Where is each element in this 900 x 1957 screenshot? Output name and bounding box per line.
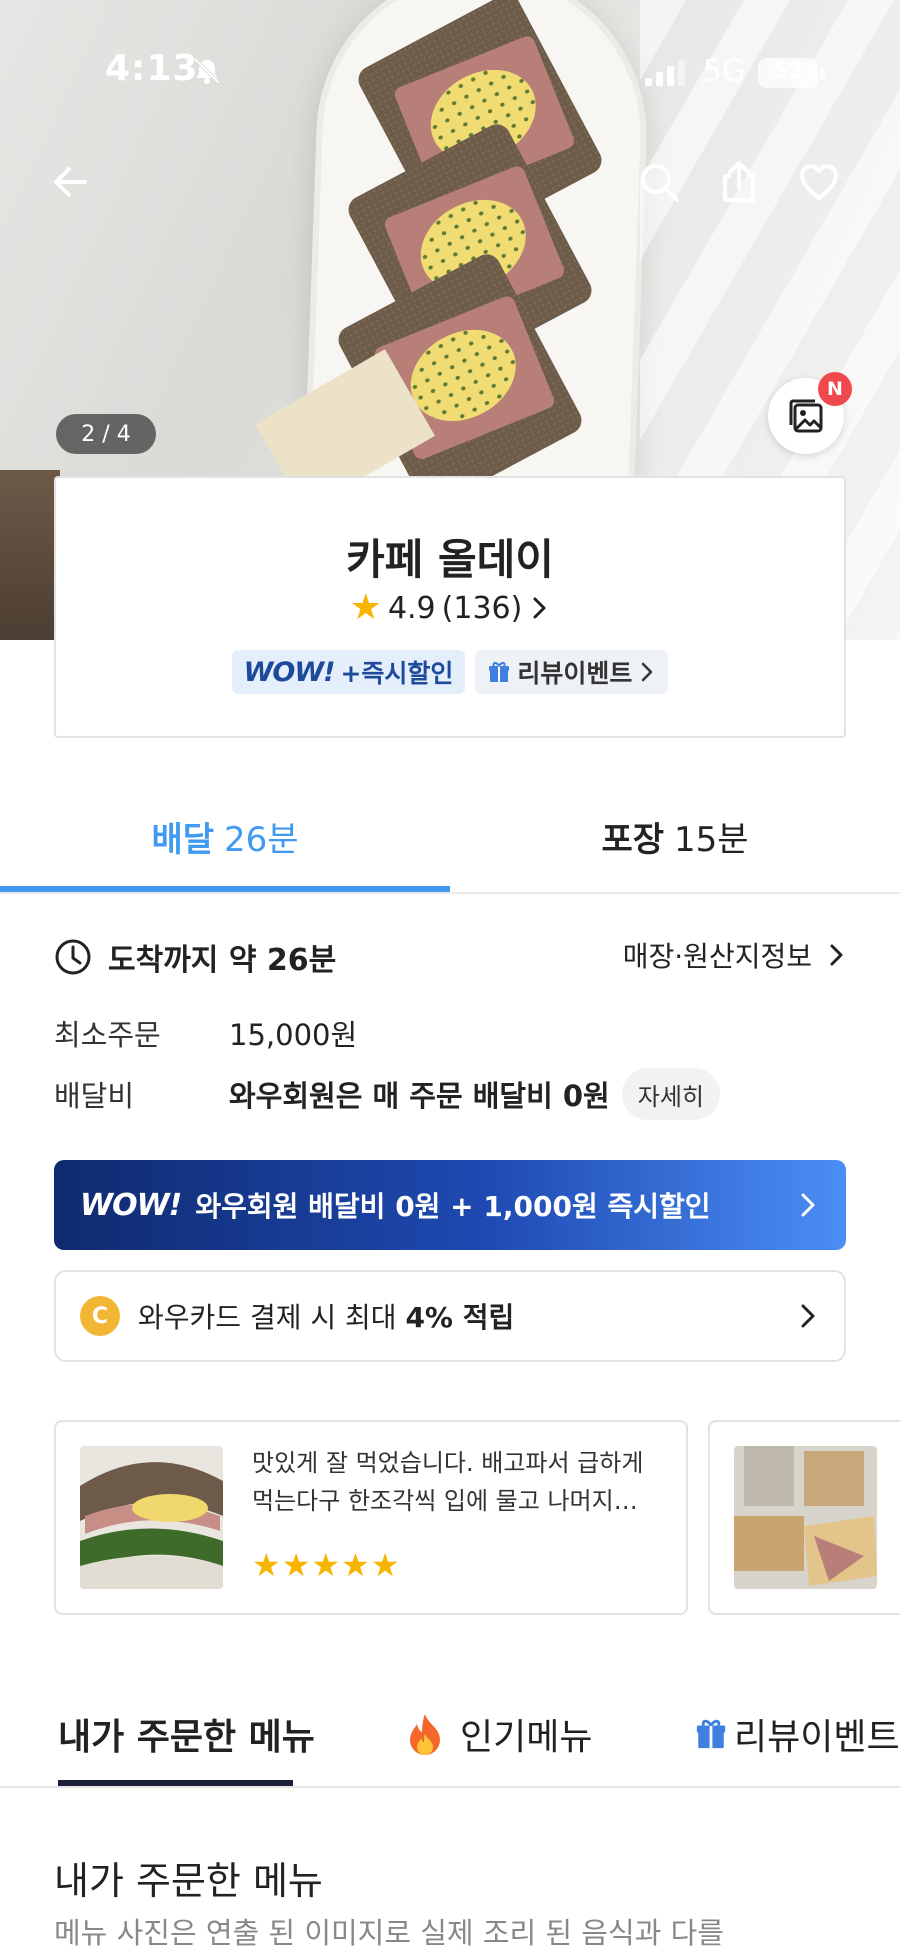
tab-delivery-time: 26분: [224, 819, 299, 860]
share-icon: [723, 161, 755, 202]
gift-icon: [696, 1719, 726, 1749]
delivery-fee-row: 배달비 와우회원은 매 주문 배달비 0원 자세히: [54, 1068, 720, 1120]
favorite-button[interactable]: [792, 155, 846, 209]
battery-icon: 52: [758, 58, 818, 88]
wow-membership-banner[interactable]: WOW! 와우회원 배달비 0원 + 1,000원 즉시할인: [54, 1160, 846, 1250]
bell-muted-icon: [193, 57, 221, 85]
network-type: 5G: [703, 54, 746, 89]
cellular-signal-icon: [645, 60, 685, 86]
battery-level: 52: [772, 59, 804, 84]
card-banner-text-bold: 4% 적립: [405, 1301, 515, 1334]
search-icon: [641, 164, 679, 202]
delivery-fee-value: 와우회원은 매 주문 배달비 0원: [229, 1079, 610, 1113]
menu-category-tabs: 내가 주문한 메뉴 인기메뉴 리뷰이벤트: [0, 1680, 900, 1788]
active-tab-indicator: [0, 886, 450, 892]
review-stars: ★★★★★: [252, 1546, 401, 1584]
min-order-label: 최소주문: [54, 1018, 161, 1052]
wow-logo: WOW!: [80, 1187, 182, 1223]
menu-section-title: 내가 주문한 메뉴: [54, 1859, 323, 1903]
store-name: 카페 올데이: [346, 535, 554, 584]
coin-icon: C: [80, 1296, 120, 1336]
tab-my-ordered-menu-label: 내가 주문한 메뉴: [58, 1717, 315, 1758]
photo-pager: 2 / 4: [56, 414, 156, 454]
tab-delivery[interactable]: 배달 26분: [0, 778, 450, 894]
arrival-time: 도착까지 약 26분: [54, 935, 336, 979]
tab-pickup-label: 포장: [601, 819, 664, 860]
heart-icon: [800, 164, 838, 200]
wow-discount-badge: WOW! +즉시할인: [231, 650, 466, 694]
review-photo: [734, 1446, 877, 1589]
card-banner-text-prefix: 와우카드 결제 시 최대: [138, 1301, 406, 1334]
review-card[interactable]: 맛있게 잘 먹었습니다. 배고파서 급하게 먹는다구 한조각씩 입에 물고 나머…: [54, 1420, 688, 1615]
table-edge: [0, 470, 60, 640]
arrival-label: 도착까지 약 26분: [108, 943, 337, 978]
chevron-right-icon: [801, 1193, 815, 1217]
wow-card-reward-banner[interactable]: C 와우카드 결제 시 최대 4% 적립: [54, 1270, 846, 1362]
delivery-fee-label: 배달비: [54, 1079, 135, 1113]
wow-banner-text: 와우회원 배달비 0원 + 1,000원 즉시할인: [195, 1190, 711, 1223]
share-button[interactable]: [712, 155, 766, 209]
card-banner-text: 와우카드 결제 시 최대 4% 적립: [138, 1296, 796, 1336]
clock-icon: [55, 939, 91, 975]
arrow-left-icon: [54, 167, 87, 197]
chevron-right-icon: [830, 944, 843, 966]
store-info-link-label: 매장·원산지정보: [622, 940, 812, 973]
review-count: (136): [441, 590, 523, 626]
rating-value: 4.9: [387, 590, 436, 626]
menu-section-subtitle: 메뉴 사진은 연출 된 이미지로 실제 조리 된 음식과 다를: [54, 1916, 724, 1950]
store-origin-info-link[interactable]: 매장·원산지정보: [623, 935, 846, 975]
chevron-right-icon: [533, 597, 546, 619]
tab-my-ordered-menu[interactable]: 내가 주문한 메뉴: [58, 1680, 315, 1788]
review-event-badge[interactable]: 리뷰이벤트: [475, 650, 669, 694]
rating-link[interactable]: ★ 4.9 (136): [56, 590, 844, 626]
min-order-value: 15,000원: [229, 1018, 358, 1052]
review-text-line1: 맛있게 잘 먹었습니다. 배고파서 급하게: [252, 1449, 644, 1477]
review-text-line2: 먹는다구 한조각씩 입에 물고 나머지…: [252, 1487, 638, 1515]
battery-tip: [820, 67, 825, 79]
tab-delivery-label: 배달: [151, 819, 214, 860]
tab-pickup-time: 15분: [674, 819, 749, 860]
status-time: 4:13: [105, 48, 199, 89]
fire-icon: [410, 1714, 440, 1755]
active-menu-tab-indicator: [58, 1780, 293, 1786]
min-order-row: 최소주문 15,000원: [54, 1012, 357, 1054]
tab-review-event-label: 리뷰이벤트: [734, 1717, 900, 1758]
order-type-tabs: 배달 26분 포장 15분: [0, 778, 900, 894]
review-event-text: 리뷰이벤트: [517, 659, 633, 688]
status-bar: 4:13 5G 52: [0, 0, 900, 140]
search-button[interactable]: [632, 155, 686, 209]
tab-review-event[interactable]: 리뷰이벤트: [694, 1680, 900, 1788]
chevron-right-icon: [642, 662, 653, 682]
photo-gallery-button[interactable]: N: [768, 372, 852, 454]
delivery-fee-detail-button[interactable]: 자세히: [621, 1068, 720, 1120]
tab-popular-menu[interactable]: 인기메뉴: [404, 1680, 592, 1788]
review-text: 맛있게 잘 먹었습니다. 배고파서 급하게 먹는다구 한조각씩 입에 물고 나머…: [252, 1444, 652, 1520]
review-card[interactable]: [708, 1420, 900, 1615]
store-badges: WOW! +즉시할인 리뷰이벤트: [56, 650, 844, 694]
star-icon: ★: [349, 587, 382, 628]
tab-pickup[interactable]: 포장 15분: [450, 778, 900, 894]
store-info-card: 카페 올데이 ★ 4.9 (136) WOW! +즉시할인 리뷰이벤트: [54, 476, 846, 738]
new-badge: N: [818, 372, 852, 406]
photo-gallery-icon: [789, 399, 823, 433]
tab-popular-menu-label: 인기메뉴: [460, 1717, 593, 1758]
review-photo: [80, 1446, 223, 1589]
gift-icon: [489, 662, 510, 682]
back-button[interactable]: [44, 155, 98, 209]
chevron-right-icon: [801, 1304, 815, 1328]
wow-logo: WOW!: [243, 656, 336, 688]
wow-badge-text: +즉시할인: [340, 659, 454, 688]
